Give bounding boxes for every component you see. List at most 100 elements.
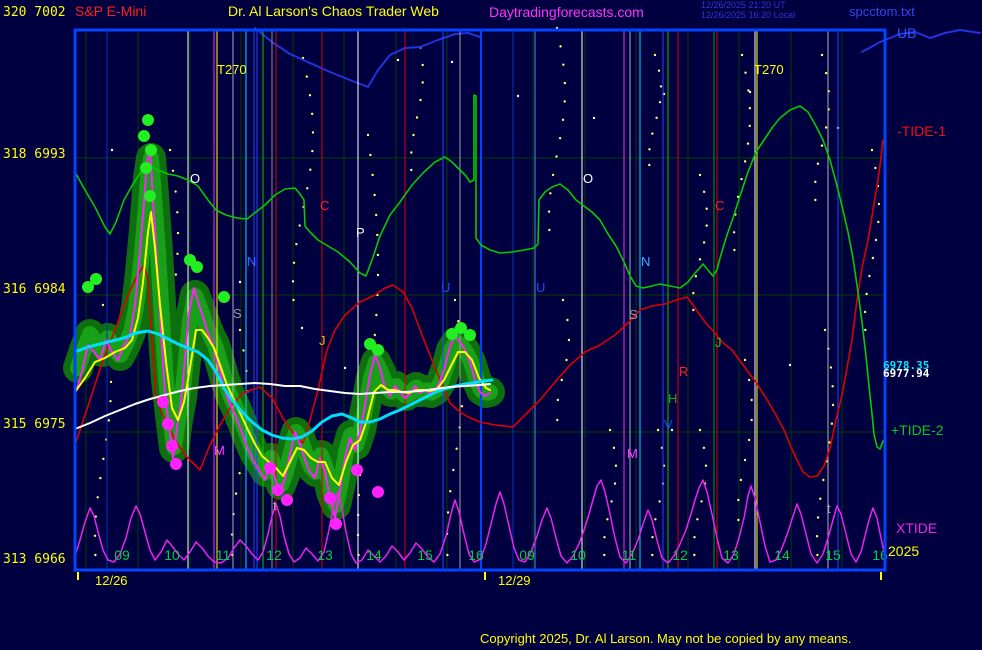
- data-file-link[interactable]: spcctom.txt: [849, 5, 915, 18]
- yellow-dot: [703, 191, 705, 193]
- yellow-dot: [817, 163, 819, 165]
- forecast-letter: H: [668, 391, 677, 406]
- hour-label: 12: [672, 547, 688, 563]
- yellow-dot: [603, 554, 605, 556]
- forecast-letter: t: [273, 498, 277, 513]
- yellow-dot: [868, 275, 870, 277]
- yellow-dot: [416, 116, 418, 118]
- yellow-dot: [169, 149, 171, 151]
- yellow-dot: [699, 174, 701, 176]
- white-dot: [301, 327, 303, 329]
- yellow-dot: [110, 381, 112, 383]
- hour-label: 09: [114, 547, 130, 563]
- yellow-dot: [693, 554, 695, 556]
- yellow-dot: [825, 126, 827, 128]
- plus-tide2-label: +TIDE-2: [891, 423, 944, 437]
- yellow-dot: [306, 187, 308, 189]
- magenta-low-dot: [324, 492, 336, 504]
- yellow-dot: [306, 75, 308, 77]
- yellow-dot: [747, 142, 749, 144]
- yellow-dot: [298, 224, 300, 226]
- yellow-dot: [312, 131, 314, 133]
- hour-label: 15: [417, 547, 433, 563]
- yellow-dot: [603, 536, 605, 538]
- yellow-dot: [651, 132, 653, 134]
- yellow-dot: [549, 192, 551, 194]
- yellow-dot: [871, 149, 873, 151]
- yellow-dot: [412, 134, 414, 136]
- yellow-dot: [824, 329, 826, 331]
- magenta-low-dot: [330, 518, 342, 530]
- yellow-dot: [295, 243, 297, 245]
- yellow-dot: [875, 239, 877, 241]
- forecast-letter: C: [715, 198, 724, 213]
- yellow-dot: [410, 151, 412, 153]
- yellow-dot: [660, 85, 662, 87]
- yellow-dot: [242, 349, 244, 351]
- yellow-dot: [740, 178, 742, 180]
- yellow-dot: [737, 519, 739, 521]
- forecast-letter: T270: [754, 62, 784, 77]
- yellow-dot: [832, 404, 834, 406]
- yellow-dot: [814, 181, 816, 183]
- yellow-dot: [648, 164, 650, 166]
- yellow-dot: [816, 554, 818, 556]
- yellow-dot: [874, 167, 876, 169]
- year-label: 2025: [888, 544, 919, 558]
- yellow-dot: [311, 150, 313, 152]
- chart-canvas: T270OCPNUSJMtT270OCNUSJRHVMt091011121314…: [0, 0, 982, 650]
- yellow-dot: [176, 253, 178, 255]
- hour-label: 14: [366, 547, 382, 563]
- hour-label: 10: [570, 547, 586, 563]
- yellow-dot: [293, 262, 295, 264]
- forecast-letter: T270: [217, 62, 247, 77]
- yellow-dot: [658, 70, 660, 72]
- yellow-dot: [367, 134, 369, 136]
- yellow-dot: [239, 329, 241, 331]
- ub-line: [255, 28, 480, 87]
- green-high-dot: [464, 329, 476, 341]
- forecast-letter: O: [583, 171, 593, 186]
- yellow-dot: [613, 447, 615, 449]
- hour-label: 13: [723, 547, 739, 563]
- yellow-dot: [744, 459, 746, 461]
- yellow-dot: [822, 479, 824, 481]
- yellow-dot: [658, 500, 660, 502]
- green-high-dot: [142, 114, 154, 126]
- yellow-dot: [99, 477, 101, 479]
- forecast-letter: t: [827, 501, 831, 516]
- forecast-letter: O: [190, 171, 200, 186]
- forecast-letter: P: [356, 225, 365, 240]
- yellow-dot: [548, 210, 550, 212]
- yellow-dot: [377, 254, 379, 256]
- magenta-low-dot: [157, 396, 169, 408]
- forecast-letter: S: [629, 307, 638, 322]
- white-dot: [517, 95, 519, 97]
- site-link[interactable]: Daytradingforecasts.com: [489, 5, 644, 19]
- yellow-dot: [864, 329, 866, 331]
- yellow-dot: [831, 423, 833, 425]
- yellow-dot: [419, 99, 421, 101]
- white-dot: [789, 364, 791, 366]
- yellow-dot: [235, 492, 237, 494]
- yellow-dot: [614, 482, 616, 484]
- magenta-low-dot: [170, 458, 182, 470]
- yellow-dot: [821, 144, 823, 146]
- hour-label: 09: [519, 547, 535, 563]
- yellow-dot: [309, 94, 311, 96]
- yellow-dot: [741, 54, 743, 56]
- forecast-letter: V: [664, 417, 673, 432]
- yellow-dot: [172, 170, 174, 172]
- hour-label: 12: [266, 547, 282, 563]
- yellow-dot: [878, 203, 880, 205]
- yellow-dot: [373, 194, 375, 196]
- magenta-low-dot: [281, 494, 293, 506]
- copyright-notice: Copyright 2025, Dr. Al Larson. May not b…: [480, 632, 851, 645]
- yellow-dot: [830, 366, 832, 368]
- yellow-dot: [102, 304, 104, 306]
- price-label-6993: 318 6993: [3, 148, 66, 161]
- green-high-dot: [140, 162, 152, 174]
- yellow-dot: [699, 258, 701, 260]
- yellow-dot: [821, 54, 823, 56]
- yellow-dot: [651, 554, 653, 556]
